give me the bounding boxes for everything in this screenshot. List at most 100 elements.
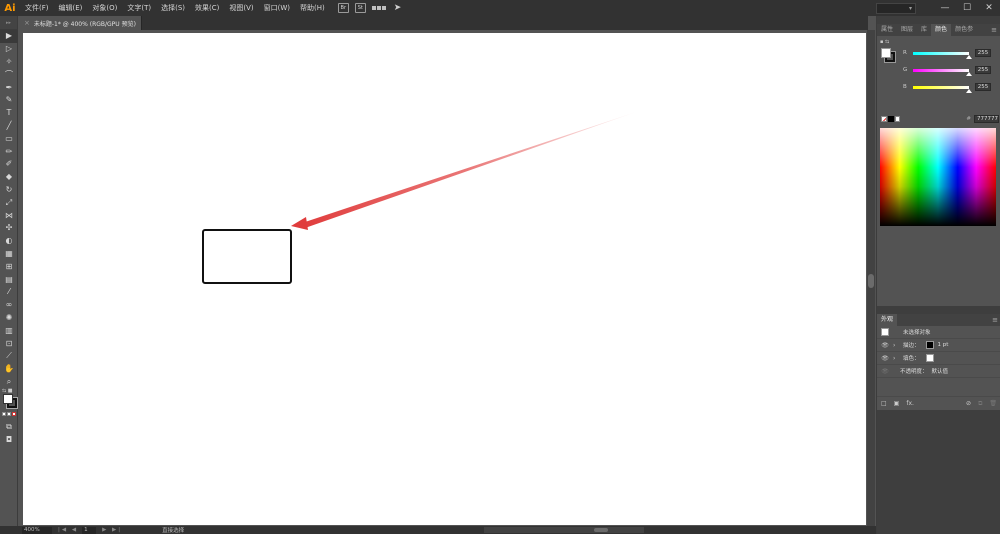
hex-value-field[interactable]: 777777	[974, 115, 1000, 123]
appearance-opacity-row[interactable]: 👁 不透明度： 默认值	[877, 365, 1000, 378]
screen-mode-icon[interactable]: ◘	[0, 433, 18, 446]
minimize-button[interactable]: —	[934, 0, 956, 16]
document-tab[interactable]: × 未标题-1* @ 400% (RGB/GPU 预览)	[18, 16, 142, 30]
expand-chevron-icon[interactable]: ›	[893, 355, 899, 362]
gpu-performance-icon[interactable]: ➤	[394, 3, 404, 13]
slider-track-red[interactable]	[913, 51, 972, 59]
rotate-tool-icon[interactable]: ↻	[0, 184, 18, 197]
blue-value-field[interactable]: 255	[975, 83, 991, 91]
scale-tool-icon[interactable]: ⤢	[0, 196, 18, 209]
width-tool-icon[interactable]: ⋈	[0, 209, 18, 222]
slider-handle[interactable]	[966, 54, 972, 59]
menu-effect[interactable]: 效果(C)	[190, 3, 224, 13]
artboard-number-field[interactable]: 1	[82, 526, 97, 534]
curvature-tool-icon[interactable]: ✎	[0, 94, 18, 107]
artboard-tool-icon[interactable]: ⊡	[0, 337, 18, 350]
visibility-eye-icon[interactable]: 👁	[880, 342, 890, 349]
rectangle-tool-icon[interactable]: ▭	[0, 132, 18, 145]
clear-appearance-icon[interactable]: ⊘	[966, 400, 971, 407]
tab-color-guide[interactable]: 颜色参	[951, 24, 977, 36]
fill-swatch[interactable]	[925, 354, 934, 362]
menu-help[interactable]: 帮助(H)	[295, 3, 330, 13]
stock-icon[interactable]: St	[354, 3, 366, 13]
close-button[interactable]: ✕	[978, 0, 1000, 16]
menu-type[interactable]: 文字(T)	[122, 3, 156, 13]
symbol-sprayer-tool-icon[interactable]: ✺	[0, 312, 18, 325]
shaper-tool-icon[interactable]: ✐	[0, 158, 18, 171]
maximize-button[interactable]: ☐	[956, 0, 978, 16]
add-fill-icon[interactable]: ▣	[894, 400, 900, 407]
pen-tool-icon[interactable]: ✒	[0, 81, 18, 94]
add-effect-icon[interactable]: fx.	[906, 400, 914, 407]
panel-menu-icon[interactable]: ≡	[991, 26, 997, 34]
slider-handle[interactable]	[966, 71, 972, 76]
panel-menu-icon[interactable]: ≡	[992, 316, 998, 324]
artboard[interactable]	[23, 33, 866, 525]
none-mode-button[interactable]	[12, 412, 16, 417]
line-tool-icon[interactable]: ╱	[0, 120, 18, 133]
visibility-eye-icon[interactable]: 👁	[880, 355, 890, 362]
none-color-icon[interactable]	[881, 116, 887, 122]
eyedropper-tool-icon[interactable]: ⁄	[0, 286, 18, 299]
slider-handle[interactable]	[966, 88, 972, 93]
fill-color-swatch[interactable]	[881, 48, 891, 58]
eraser-tool-icon[interactable]: ◆	[0, 171, 18, 184]
lasso-tool-icon[interactable]: ⌒	[0, 68, 18, 81]
workspace-switcher[interactable]: ▾	[876, 2, 916, 14]
magic-wand-tool-icon[interactable]: ✧	[0, 56, 18, 69]
blend-tool-icon[interactable]: ∞	[0, 299, 18, 312]
puppet-warp-tool-icon[interactable]: ✣	[0, 222, 18, 235]
column-graph-tool-icon[interactable]: ▥	[0, 324, 18, 337]
fill-swatch[interactable]	[3, 394, 13, 405]
toolbar-collapse-grip[interactable]: ▸▸	[0, 16, 17, 30]
direct-selection-tool-icon[interactable]: ▷	[0, 43, 18, 56]
slice-tool-icon[interactable]: ⟋	[0, 350, 18, 363]
gradient-mode-button[interactable]	[7, 412, 11, 417]
expand-chevron-icon[interactable]: ›	[893, 342, 899, 349]
slider-track-green[interactable]	[913, 68, 972, 76]
red-value-field[interactable]: 255	[975, 49, 991, 57]
appearance-fill-row[interactable]: 👁 › 填色：	[877, 352, 1000, 365]
appearance-stroke-row[interactable]: 👁 › 描边： 1 pt	[877, 339, 1000, 352]
menu-object[interactable]: 对象(O)	[87, 3, 122, 13]
add-stroke-icon[interactable]: □	[881, 400, 887, 407]
stroke-swatch[interactable]	[925, 341, 934, 349]
arrange-documents-icon[interactable]	[371, 4, 388, 13]
stroke-weight-value[interactable]: 1 pt	[938, 342, 949, 348]
hand-tool-icon[interactable]: ✋	[0, 363, 18, 376]
paintbrush-tool-icon[interactable]: ✏	[0, 145, 18, 158]
type-tool-icon[interactable]: T	[0, 107, 18, 120]
tab-appearance[interactable]: 外观	[877, 314, 898, 326]
scroll-thumb[interactable]	[868, 274, 874, 288]
tab-layers[interactable]: 图层	[897, 24, 917, 36]
opacity-value[interactable]: 默认值	[932, 367, 949, 375]
horizontal-scrollbar[interactable]	[484, 527, 645, 533]
canvas-area[interactable]	[18, 30, 867, 526]
menu-select[interactable]: 选择(S)	[156, 3, 190, 13]
color-mode-button[interactable]	[2, 412, 6, 417]
zoom-tool-icon[interactable]: ⌕	[0, 376, 18, 389]
bridge-icon[interactable]: Br	[337, 3, 349, 13]
green-value-field[interactable]: 255	[975, 66, 991, 74]
artboard-prev-buttons[interactable]: |◀ ◀	[58, 527, 78, 533]
selection-tool-icon[interactable]: ▶	[0, 30, 18, 43]
zoom-field[interactable]: 400%	[22, 526, 52, 534]
close-tab-icon[interactable]: ×	[24, 19, 30, 27]
white-color-icon[interactable]	[894, 116, 901, 122]
black-color-icon[interactable]	[887, 116, 894, 122]
menu-window[interactable]: 窗口(W)	[259, 3, 295, 13]
tab-properties[interactable]: 属性	[877, 24, 897, 36]
draw-mode-icon[interactable]: ⧉	[0, 420, 18, 433]
menu-file[interactable]: 文件(F)	[20, 3, 54, 13]
vertical-scrollbar[interactable]	[867, 30, 875, 526]
artboard-next-buttons[interactable]: ▶ ▶|	[102, 527, 122, 533]
slider-track-blue[interactable]	[913, 85, 972, 93]
tab-color[interactable]: 颜色	[931, 24, 952, 36]
color-spectrum[interactable]	[880, 128, 996, 226]
swap-fill-stroke-icon[interactable]: ▪ ⇆	[880, 39, 889, 45]
menu-view[interactable]: 视图(V)	[224, 3, 258, 13]
shape-builder-tool-icon[interactable]: ◐	[0, 235, 18, 248]
scroll-thumb[interactable]	[594, 528, 609, 532]
menu-edit[interactable]: 编辑(E)	[54, 3, 88, 13]
mesh-tool-icon[interactable]: ⊞	[0, 260, 18, 273]
